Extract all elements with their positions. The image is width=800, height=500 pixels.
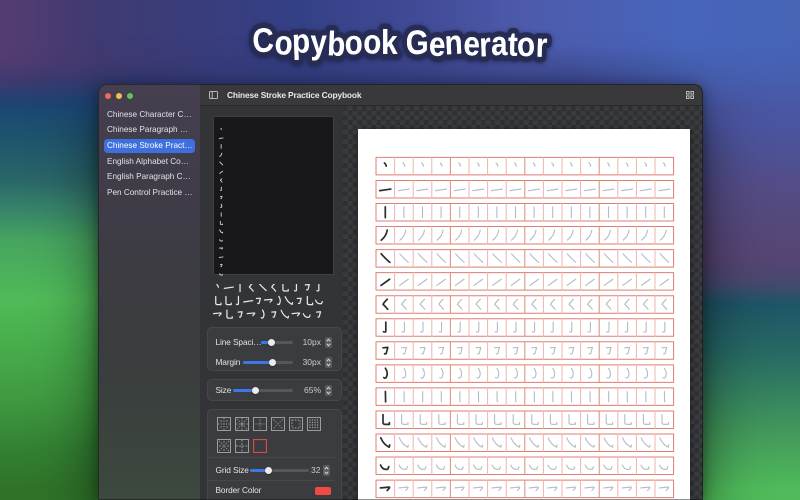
svg-text:Copybook Generator: Copybook Generator [251, 21, 548, 64]
